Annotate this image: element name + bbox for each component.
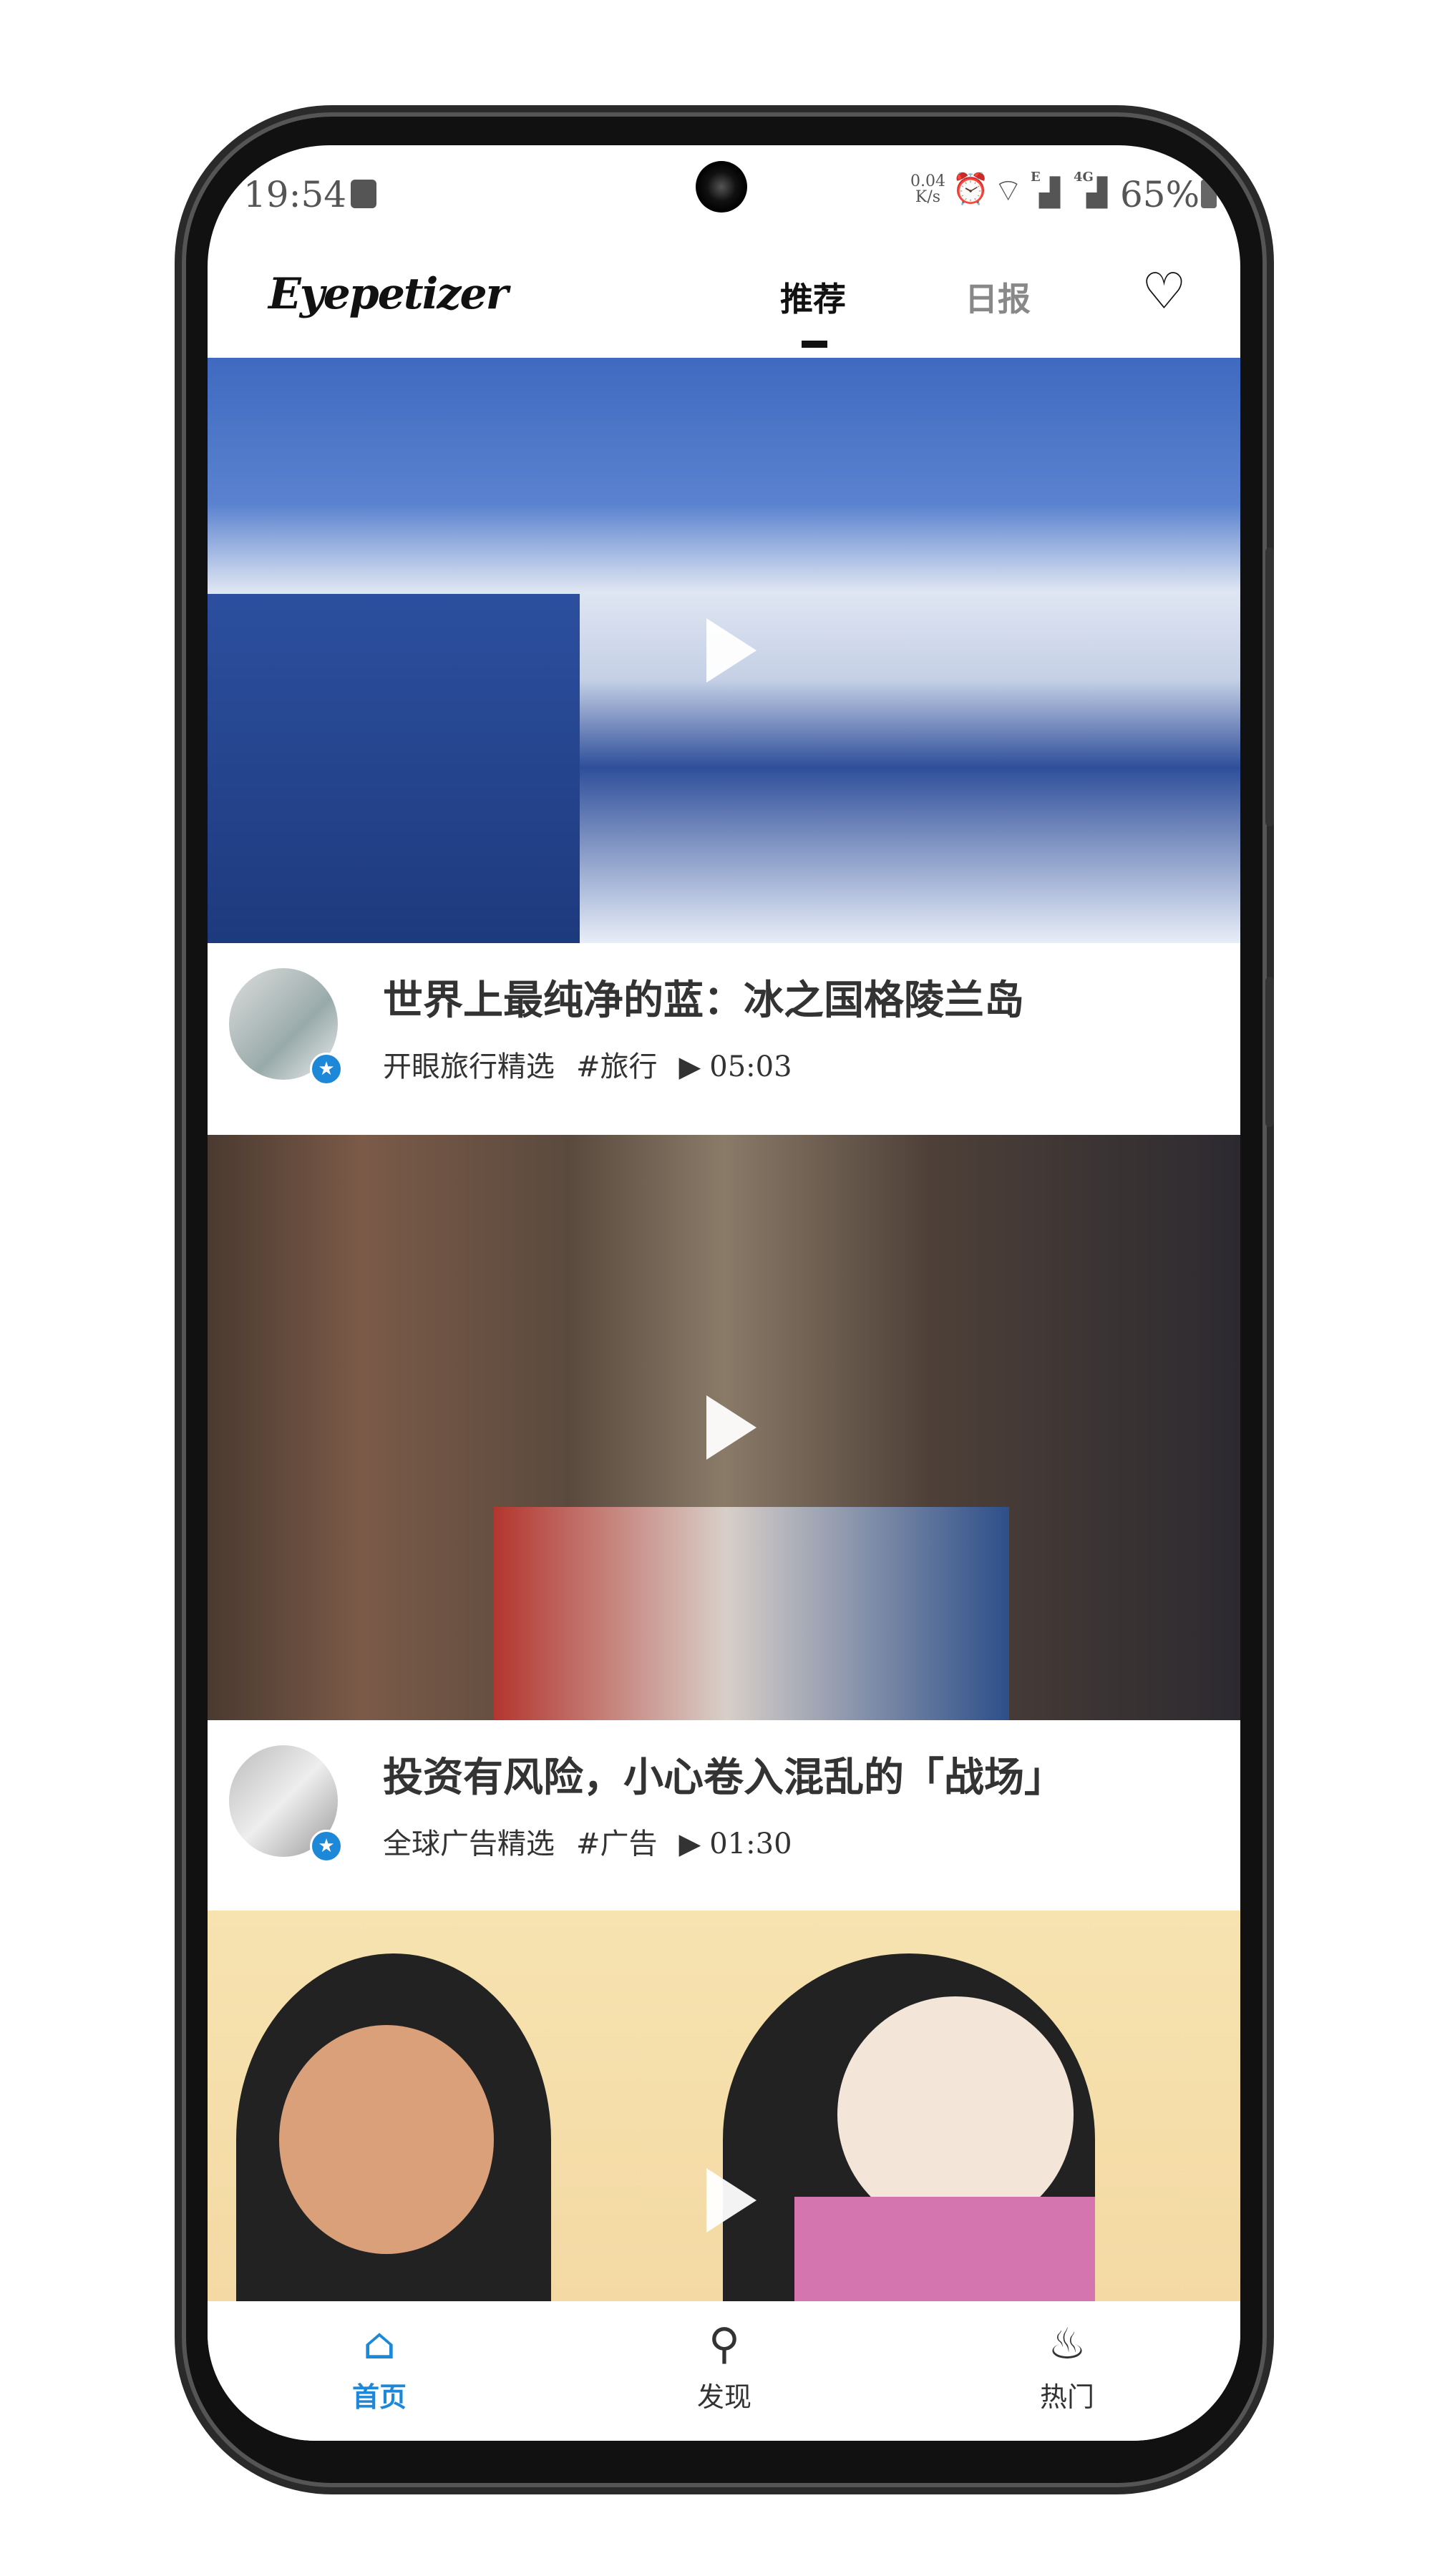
- search-icon: ⚲: [709, 2319, 740, 2369]
- nav-home[interactable]: ⌂ 首页: [308, 2319, 451, 2414]
- alarm-icon: ⏰: [952, 171, 990, 206]
- gallery-icon: [351, 180, 376, 208]
- home-icon: ⌂: [363, 2319, 396, 2369]
- video-info[interactable]: ★ 世界上最纯净的蓝：冰之国格陵兰岛 开眼旅行精选 #旅行 ▶ 05:03: [208, 943, 1240, 1135]
- play-icon[interactable]: [706, 618, 756, 683]
- author-name[interactable]: 全球广告精选: [383, 1828, 555, 1860]
- power-button: [1265, 977, 1274, 1127]
- net-speed-value: 0.04: [910, 172, 945, 190]
- duration-play-icon: ▶: [678, 1828, 701, 1860]
- thumbnail-water: [208, 594, 580, 943]
- net-speed-unit: K/s: [915, 188, 941, 206]
- battery-percent: 65%: [1120, 174, 1200, 215]
- video-duration: 05:03: [709, 1050, 792, 1083]
- active-tab-indicator: [802, 341, 827, 348]
- app-screen: 19:54 0.04 K/s ⏰ ⌔ E ▟ 4G ▟ 65% Eyepetiz…: [208, 145, 1240, 2441]
- heart-icon[interactable]: ♡: [1142, 262, 1187, 321]
- bottom-nav: ⌂ 首页 ⚲ 发现 ♨ 热门: [208, 2301, 1240, 2441]
- thumbnail-face-left: [279, 2025, 494, 2254]
- front-camera: [696, 161, 747, 213]
- status-time: 19:54: [243, 174, 347, 215]
- verified-star-icon: ★: [310, 1830, 343, 1863]
- video-info[interactable]: ★ 投资有风险，小心卷入混乱的「战场」 全球广告精选 #广告 ▶ 01:30: [208, 1720, 1240, 1911]
- author-name[interactable]: 开眼旅行精选: [383, 1050, 555, 1083]
- duration-play-icon: ▶: [678, 1050, 701, 1083]
- tab-recommend[interactable]: 推荐: [780, 273, 846, 321]
- video-meta: 开眼旅行精选 #旅行 ▶ 05:03: [383, 1043, 814, 1085]
- thumbnail-dress: [794, 2197, 1095, 2301]
- nav-home-label: 首页: [351, 2381, 407, 2413]
- nav-discover-label: 发现: [696, 2381, 751, 2413]
- app-logo: Eyepetizer: [268, 269, 508, 319]
- thumbnail-shirts: [494, 1507, 1009, 1720]
- video-title[interactable]: 投资有风险，小心卷入混乱的「战场」: [383, 1745, 1064, 1803]
- video-thumbnail[interactable]: [208, 1911, 1240, 2326]
- app-header: Eyepetizer 推荐 日报 ♡: [208, 248, 1240, 358]
- signal-2-icon: ▟: [1086, 177, 1108, 208]
- video-tag[interactable]: #广告: [576, 1828, 658, 1860]
- tab-daily[interactable]: 日报: [965, 273, 1031, 321]
- video-title[interactable]: 世界上最纯净的蓝：冰之国格陵兰岛: [383, 968, 1024, 1026]
- nav-hot-label: 热门: [1039, 2381, 1094, 2413]
- video-thumbnail[interactable]: [208, 1135, 1240, 1720]
- nav-discover[interactable]: ⚲ 发现: [653, 2319, 796, 2414]
- nav-hot[interactable]: ♨ 热门: [996, 2319, 1139, 2414]
- video-duration: 01:30: [709, 1828, 792, 1860]
- fire-icon: ♨: [1048, 2319, 1086, 2369]
- signal-1-icon: ▟: [1039, 177, 1061, 208]
- video-thumbnail[interactable]: [208, 358, 1240, 943]
- wifi-icon: ⌔: [993, 172, 1023, 209]
- video-tag[interactable]: #旅行: [576, 1050, 658, 1083]
- battery-icon: [1201, 180, 1217, 208]
- volume-button: [1265, 547, 1274, 826]
- video-meta: 全球广告精选 #广告 ▶ 01:30: [383, 1820, 814, 1862]
- play-icon[interactable]: [706, 2168, 756, 2233]
- play-icon[interactable]: [706, 1395, 756, 1460]
- verified-star-icon: ★: [310, 1053, 343, 1085]
- net-speed: 0.04 K/s: [910, 174, 945, 205]
